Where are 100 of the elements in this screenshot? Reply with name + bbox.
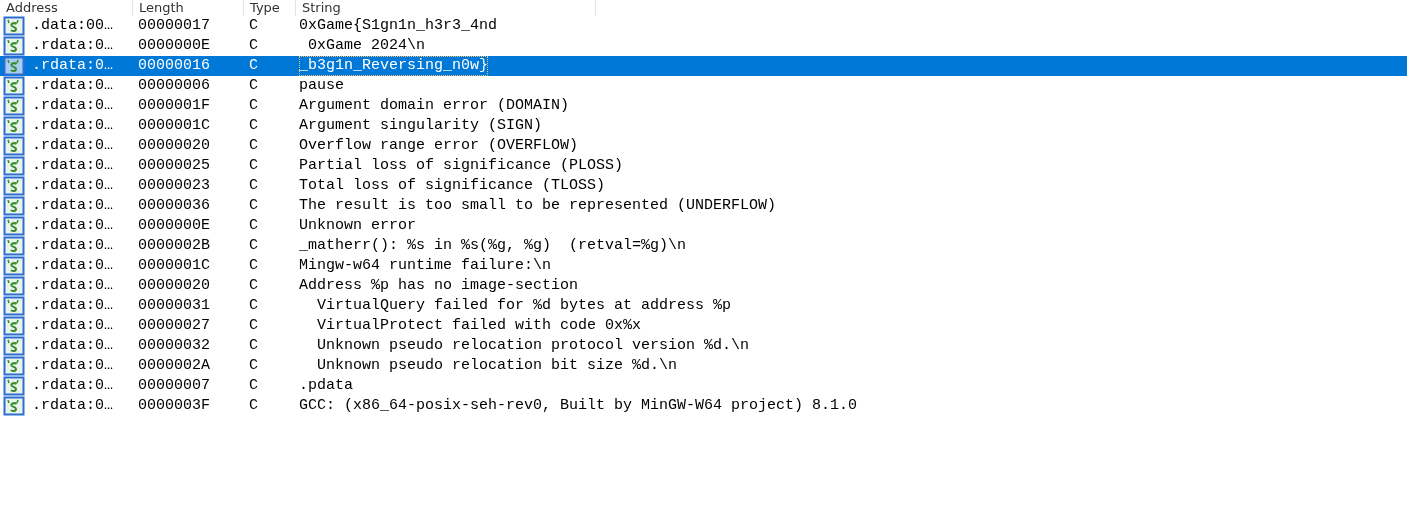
type-cell: C [249, 337, 258, 354]
table-row[interactable]: .data:00… 00000017 C 0xGame{S1gn1n_h3r3_4nd [0, 16, 1407, 36]
string-icon [3, 296, 25, 316]
column-header[interactable]: String [296, 0, 596, 16]
table-row[interactable]: .rdata:0… 00000016 C _b3g1n_Reversing_n0w} [0, 56, 1407, 76]
type-cell: C [249, 37, 258, 54]
column-header[interactable]: Address [0, 0, 133, 16]
length-cell: 00000007 [138, 377, 210, 394]
length-cell: 00000027 [138, 317, 210, 334]
table-row[interactable]: .rdata:0… 0000000E C Unknown error [0, 216, 1407, 236]
type-cell: C [249, 277, 258, 294]
address-cell: .rdata:0… [32, 316, 113, 336]
string-icon [3, 196, 25, 216]
string-icon [3, 256, 25, 276]
address-cell: .rdata:0… [32, 36, 113, 56]
type-cell: C [249, 317, 258, 334]
string-icon [3, 36, 25, 56]
address-cell: .rdata:0… [32, 176, 113, 196]
string-icon [3, 56, 25, 76]
type-cell: C [249, 217, 258, 234]
table-row[interactable]: .rdata:0… 00000007 C .pdata [0, 376, 1407, 396]
string-cell: Total loss of significance (TLOSS) [299, 176, 606, 196]
string-cell-text: Unknown pseudo relocation protocol version %d.\n [316, 336, 750, 356]
address-cell: .rdata:0… [32, 356, 113, 376]
length-cell: 0000001C [138, 257, 210, 274]
length-cell: 0000003F [138, 397, 210, 414]
string-cell: Unknown error [299, 216, 417, 236]
table-row[interactable]: .rdata:0… 00000025 C Partial loss of significance (PLOSS) [0, 156, 1407, 176]
length-cell: 0000002B [138, 237, 210, 254]
string-cell: _matherr(): %s in %s(%g, %g) (retval=%g)\n [299, 236, 687, 256]
table-row[interactable]: .rdata:0… 00000036 C The result is too small to be represented (UNDERFLOW) [0, 196, 1407, 216]
table-row[interactable]: .rdata:0… 0000001F C Argument domain error (DOMAIN) [0, 96, 1407, 116]
string-cell-text: VirtualQuery failed for %d bytes at address %p [316, 296, 732, 316]
address-cell: .rdata:0… [32, 376, 113, 396]
string-cell-text: Unknown pseudo relocation bit size %d.\n [316, 356, 678, 376]
type-cell: C [249, 237, 258, 254]
string-icon [3, 376, 25, 396]
table-row[interactable]: .rdata:0… 0000002A C Unknown pseudo relocation bit size %d.\n [0, 356, 1407, 376]
type-cell: C [249, 77, 258, 94]
length-cell: 00000016 [138, 57, 210, 74]
string-icon [3, 216, 25, 236]
type-cell: C [249, 97, 258, 114]
address-cell: .rdata:0… [32, 196, 113, 216]
length-cell: 00000020 [138, 277, 210, 294]
string-icon [3, 336, 25, 356]
type-cell: C [249, 157, 258, 174]
length-cell: 0000000E [138, 217, 210, 234]
table-row[interactable]: .rdata:0… 0000003F C GCC: (x86_64-posix-seh-rev0, Built by MinGW-W64 project) 8.1.0 [0, 396, 1407, 416]
string-cell: Partial loss of significance (PLOSS) [299, 156, 624, 176]
string-cell: Overflow range error (OVERFLOW) [299, 136, 579, 156]
string-cell: Address %p has no image-section [299, 276, 579, 296]
string-cell-text: 0xGame 2024\n [307, 36, 426, 56]
table-row[interactable]: .rdata:0… 0000001C C Mingw-w64 runtime failure:\n [0, 256, 1407, 276]
length-cell: 0000001F [138, 97, 210, 114]
address-cell: .rdata:0… [32, 76, 113, 96]
address-cell: .rdata:0… [32, 96, 113, 116]
table-row[interactable]: .rdata:0… 00000031 C VirtualQuery failed for %d bytes at address %p [0, 296, 1407, 316]
length-cell: 00000023 [138, 177, 210, 194]
address-cell: .rdata:0… [32, 156, 113, 176]
length-cell: 0000001C [138, 117, 210, 134]
length-cell: 00000017 [138, 17, 210, 34]
type-cell: C [249, 297, 258, 314]
string-icon [3, 276, 25, 296]
table-row[interactable]: .rdata:0… 0000001C C Argument singularity (SIGN) [0, 116, 1407, 136]
string-icon [3, 396, 25, 416]
length-cell: 00000036 [138, 197, 210, 214]
string-cell: The result is too small to be represented (UNDERFLOW) [299, 196, 777, 216]
string-icon [3, 356, 25, 376]
table-row[interactable]: .rdata:0… 00000020 C Overflow range error (OVERFLOW) [0, 136, 1407, 156]
address-cell: .rdata:0… [32, 116, 113, 136]
table-row[interactable]: .rdata:0… 00000020 C Address %p has no image-section [0, 276, 1407, 296]
length-cell: 00000006 [138, 77, 210, 94]
table-row[interactable]: .rdata:0… 0000000E C 0xGame 2024\n [0, 36, 1407, 56]
string-cell: Argument singularity (SIGN) [299, 116, 543, 136]
table-row[interactable]: .rdata:0… 00000027 C VirtualProtect failed with code 0x%x [0, 316, 1407, 336]
string-icon [3, 316, 25, 336]
string-cell: _b3g1n_Reversing_n0w} [299, 56, 489, 76]
type-cell: C [249, 177, 258, 194]
table-row[interactable]: .rdata:0… 00000006 C pause [0, 76, 1407, 96]
table-row[interactable]: .rdata:0… 00000032 C Unknown pseudo relocation protocol version %d.\n [0, 336, 1407, 356]
length-cell: 00000032 [138, 337, 210, 354]
table-row[interactable]: .rdata:0… 0000002B C _matherr(): %s in %s(%g, %g) (retval=%g)\n [0, 236, 1407, 256]
string-cell: pause [299, 76, 344, 96]
column-header[interactable]: Length [133, 0, 244, 16]
column-header[interactable]: Type [244, 0, 296, 16]
string-cell-text: VirtualProtect failed with code 0x%x [316, 316, 642, 336]
address-cell: .rdata:0… [32, 216, 113, 236]
type-cell: C [249, 57, 258, 74]
address-cell: .rdata:0… [32, 136, 113, 156]
length-cell: 00000020 [138, 137, 210, 154]
table-row[interactable]: .rdata:0… 00000023 C Total loss of significance (TLOSS) [0, 176, 1407, 196]
address-cell: .rdata:0… [32, 256, 113, 276]
address-cell: .rdata:0… [32, 276, 113, 296]
string-icon [3, 156, 25, 176]
string-icon [3, 76, 25, 96]
string-cell: Argument domain error (DOMAIN) [299, 96, 570, 116]
length-cell: 00000031 [138, 297, 210, 314]
type-cell: C [249, 137, 258, 154]
type-cell: C [249, 257, 258, 274]
address-cell: .rdata:0… [32, 236, 113, 256]
